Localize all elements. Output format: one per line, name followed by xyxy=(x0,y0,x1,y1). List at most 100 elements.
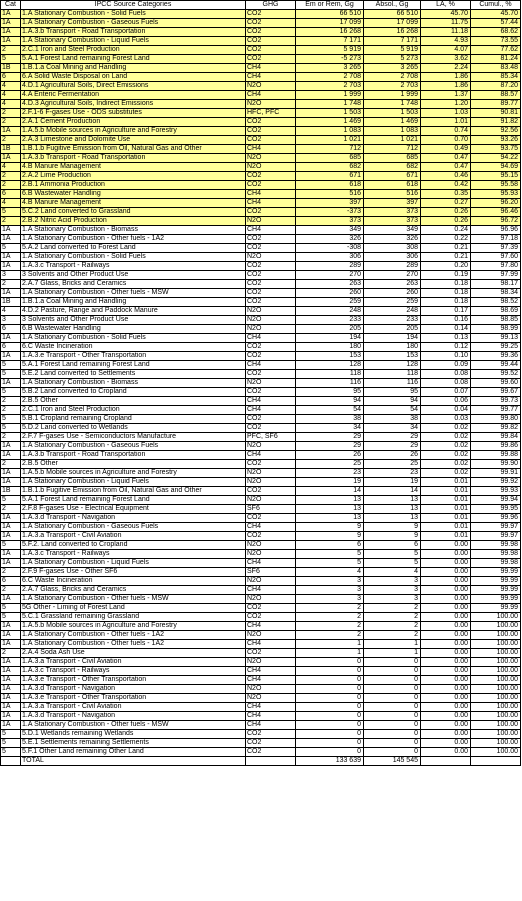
table-row: 6 6.C Waste Incineration CO2 180 180 0.12 99.2… xyxy=(0,342,521,352)
cell-cumul: 99.95 xyxy=(470,504,521,514)
table-row: 1A 1.A.3.b Transport - Road Transportatio… xyxy=(0,153,521,163)
cell-absol: 0 xyxy=(363,666,421,676)
cell-absol: 259 xyxy=(363,297,421,307)
cell-cumul: 99.60 xyxy=(470,378,521,388)
cell-la: 0.26 xyxy=(420,207,471,217)
table-row: 1A 1.A Stationary Combustion - Other fuel… xyxy=(0,639,521,649)
cell-ghg: CO2 xyxy=(245,414,296,424)
cell-cumul: 99.93 xyxy=(470,486,521,496)
cell-source: 1.A.3.c Transport - Railways xyxy=(20,549,246,559)
cell-cat: 2 xyxy=(0,45,21,55)
cell-la: 0.00 xyxy=(420,657,471,667)
cell-absol: 1 xyxy=(363,639,421,649)
cell-la: 0.02 xyxy=(420,423,471,433)
table-row: 1A 1.A.5.b Mobile sources in Agriculture … xyxy=(0,621,521,631)
cell-absol: 0 xyxy=(363,711,421,721)
cell-cumul: 98.99 xyxy=(470,324,521,334)
table-row: 1A 1.A Stationary Combustion - Biomass CH4… xyxy=(0,225,521,235)
cell-ghg: CH4 xyxy=(245,558,296,568)
cell-em: 685 xyxy=(295,153,364,163)
cell-source: 1.A Stationary Combustion - Other fuels … xyxy=(20,630,246,640)
cell-source: 5.F.1 Other Land remaining Other Land xyxy=(20,747,246,757)
table-row: 1A 1.A.3.a Transport - Civil Aviation CH4 0… xyxy=(0,702,521,712)
cell-em: 194 xyxy=(295,333,364,343)
cell-em: 260 xyxy=(295,288,364,298)
cell-cumul: 100.00 xyxy=(470,747,521,757)
cell-source: 4.A Enteric Fermentation xyxy=(20,90,246,100)
cell-em: 0 xyxy=(295,657,364,667)
table-row: 6 6.B Wastewater Handling N2O 205 205 0.14 98.… xyxy=(0,324,521,334)
cell-ghg: CO2 xyxy=(245,297,296,307)
header-cumul: Cumul., % xyxy=(470,0,521,10)
cell-cat: 2 xyxy=(0,459,21,469)
cell-em: 306 xyxy=(295,252,364,262)
cell-em: 9 xyxy=(295,531,364,541)
cell-cumul: 99.99 xyxy=(470,576,521,586)
cell-absol: 1 469 xyxy=(363,117,421,127)
cell-source: 1.A.5.b Mobile sources in Agriculture an… xyxy=(20,468,246,478)
table-row: 2 2.A.1 Cement Production CO2 1 469 1 469 1.0… xyxy=(0,117,521,127)
cell-ghg: CH4 xyxy=(245,720,296,730)
cell-cumul: 99.67 xyxy=(470,387,521,397)
cell-source: 1.B.1.a Coal Mining and Handling xyxy=(20,63,246,73)
table-row: 4 4.D.3 Agricultural Soils, Indirect Emis… xyxy=(0,99,521,109)
cell-source: 1.A Stationary Combustion - Biomass xyxy=(20,225,246,235)
cell-absol: 0 xyxy=(363,720,421,730)
cell-cat: 1A xyxy=(0,234,21,244)
header-ghg: GHG xyxy=(245,0,296,10)
cell-source: 2.B.1 Ammonia Production xyxy=(20,180,246,190)
cell-absol: 0 xyxy=(363,657,421,667)
table-row: 1A 1.A.3.d Transport - Navigation CO2 13 13 0… xyxy=(0,513,521,523)
cell-cumul: 100.00 xyxy=(470,702,521,712)
cell-la: 0.06 xyxy=(420,396,471,406)
table-row: 1A 1.A Stationary Combustion - Solid Fuel… xyxy=(0,333,521,343)
table-row: 2 2.A.7 Glass, Bricks and Ceramics CH4 3 3 0.… xyxy=(0,585,521,595)
cell-la: 0.18 xyxy=(420,279,471,289)
cell-source: 6.B Wastewater Handling xyxy=(20,324,246,334)
cell-absol: 194 xyxy=(363,333,421,343)
cell-source: 5.A.1 Forest Land remaining Forest Land xyxy=(20,54,246,64)
cell-cumul: 99.90 xyxy=(470,459,521,469)
cell-em: 259 xyxy=(295,297,364,307)
cell-cat: 6 xyxy=(0,189,21,199)
table-row: 5 5.F.1 Other Land remaining Other Land CO… xyxy=(0,747,521,757)
cell-ghg: CO2 xyxy=(245,342,296,352)
cell-ghg: CO2 xyxy=(245,243,296,253)
cell-absol: 128 xyxy=(363,360,421,370)
cell-source: 2.A.7 Glass, Bricks and Ceramics xyxy=(20,585,246,595)
cell-cat: 2 xyxy=(0,648,21,658)
cell-ghg: N2O xyxy=(245,540,296,550)
cell-cat: 1A xyxy=(0,702,21,712)
cell-ghg: CH4 xyxy=(245,198,296,208)
cell-cat: 2 xyxy=(0,279,21,289)
cell-cat: 1A xyxy=(0,261,21,271)
cell-la: 0.00 xyxy=(420,711,471,721)
table-row: 1A 1.A Stationary Combustion - Liquid Fue… xyxy=(0,477,521,487)
cell-cumul: 100.00 xyxy=(470,693,521,703)
cell-la: 0.09 xyxy=(420,360,471,370)
cell-em: 1 999 xyxy=(295,90,364,100)
total-cat xyxy=(0,756,21,766)
cell-absol: 326 xyxy=(363,234,421,244)
cell-la: 0.03 xyxy=(420,414,471,424)
cell-em: 38 xyxy=(295,414,364,424)
table-row: 1A 1.A.3.e Transport - Other Transportati… xyxy=(0,693,521,703)
cell-source: 5.B.1 Cropland remaining Cropland xyxy=(20,414,246,424)
table-row: 4 4.D.2 Pasture, Range and Paddock Manure… xyxy=(0,306,521,316)
cell-ghg: CH4 xyxy=(245,450,296,460)
cell-em: 3 265 xyxy=(295,63,364,73)
table-row: 1A 1.A.3.b Transport - Road Transportatio… xyxy=(0,27,521,37)
cell-cumul: 98.34 xyxy=(470,288,521,298)
table-row: 2 2.B.1 Ammonia Production CO2 618 618 0.42 95… xyxy=(0,180,521,190)
cell-ghg: N2O xyxy=(245,324,296,334)
cell-cat: 5 xyxy=(0,387,21,397)
cell-ghg: CO2 xyxy=(245,423,296,433)
table-row: 1B 1.B.1.a Coal Mining and Handling CH4 3 2… xyxy=(0,63,521,73)
cell-source: 1.A.3.d Transport - Navigation xyxy=(20,684,246,694)
table-row: 2 2.A.7 Glass, Bricks and Ceramics CO2 263 2… xyxy=(0,279,521,289)
cell-la: 0.01 xyxy=(420,522,471,532)
table-row: 1A 1.A Stationary Combustion - Liquid Fue… xyxy=(0,558,521,568)
cell-em: -308 xyxy=(295,243,364,253)
table-row: 2 2.F.1-6 F-gases Use - ODS substitutes HF… xyxy=(0,108,521,118)
cell-em: 3 xyxy=(295,594,364,604)
